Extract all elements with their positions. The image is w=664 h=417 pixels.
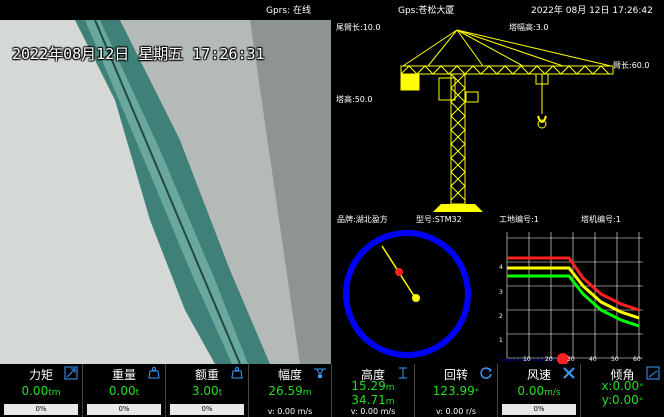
metric-weight-value: 0.00: [108, 384, 136, 398]
metric-moment: 力矩 0.00tm 0%: [0, 364, 83, 417]
metric-tilt-y: y:0.00: [601, 393, 639, 407]
y-tick-2: 2: [499, 313, 503, 320]
crane-diagram-panel: 尾臂长:10.0 塔幅高:3.0 臂长:60.0 塔高:50.0 品牌:湖北盈方…: [333, 20, 664, 226]
metric-moment-unit: tm: [48, 388, 61, 398]
metric-rated-weight-value: 3.00: [191, 384, 219, 398]
metric-amplitude: 幅度 26.59m v: 0.00 m/s: [249, 364, 332, 417]
metric-rated-weight: 额重 3.00t 0%: [166, 364, 249, 417]
tower-height-label: 塔高:50.0: [336, 95, 373, 104]
tilt-icon: [646, 366, 660, 380]
camera-timestamp: 2022年08月12日 星期五 17:26:31: [12, 45, 265, 63]
metric-wind-value: 0.00: [517, 384, 545, 398]
metric-height-value-2: 34.71: [351, 393, 386, 407]
x-tick-40: 40: [589, 356, 597, 363]
site-id-label: 工地编号:1: [499, 215, 539, 224]
model-label: 型号:STM32: [416, 215, 462, 224]
y-tick-4: 4: [499, 264, 503, 271]
center-marker: [412, 294, 420, 302]
metric-height-speed: v: 0.00 m/s: [350, 407, 396, 416]
metric-wind-unit: m/s: [544, 388, 561, 398]
metric-height: 高度 15.29m 34.71m v: 0.00 m/s: [332, 364, 415, 417]
camera-scene: [0, 20, 331, 364]
metric-rotation: 回转 123.99° v: 0.00 r/s: [415, 364, 498, 417]
crane-id-label: 塔机编号:1: [581, 215, 621, 224]
x-tick-20: 20: [545, 356, 553, 363]
height-icon: [399, 367, 407, 379]
rated-weight-icon: [231, 367, 243, 379]
metric-wind-percent: 0%: [502, 404, 576, 415]
y-tick-3: 3: [499, 289, 503, 296]
gps-location: Gps:苍松大厦: [398, 6, 455, 16]
metric-tilt-y-unit: °: [638, 397, 644, 407]
metric-rotation-value: 123.99: [432, 384, 475, 398]
metric-rotation-speed: v: 0.00 r/s: [435, 407, 477, 416]
metric-weight: 重量 0.00t 0%: [83, 364, 166, 417]
rotation-dial: [343, 230, 471, 358]
x-tick-60: 60: [633, 356, 641, 363]
amplitude-label: 塔幅高:3.0: [509, 23, 549, 32]
metric-moment-value: 0.00: [21, 384, 49, 398]
metric-amplitude-unit: m: [302, 388, 312, 398]
metric-rated-weight-percent: 0%: [170, 404, 244, 415]
metric-weight-percent: 0%: [87, 404, 161, 415]
metric-tilt-x-unit: °: [639, 383, 644, 393]
rotation-panel: [333, 228, 496, 364]
moment-icon: [64, 366, 78, 380]
status-datetime: 2022年 08月 12日 17:26:42: [531, 6, 653, 16]
load-curve-panel: 4 3 2 1 10 20 30 40 50 60: [497, 228, 664, 364]
metric-amplitude-value: 26.59: [268, 384, 303, 398]
metric-tilt-x: x:0.00: [601, 379, 640, 393]
trolley-icon: [314, 368, 326, 378]
metric-height-unit-2: m: [385, 397, 395, 407]
x-tick-50: 50: [611, 356, 619, 363]
camera-feed: 2022年08月12日 星期五 17:26:31: [0, 20, 331, 364]
metrics-bar: 力矩 0.00tm 0% 重量 0.00t 0% 额重 3.00t 0% 幅度 …: [0, 364, 664, 417]
metric-rotation-unit: °: [474, 388, 480, 398]
jib-length-label: 臂长:60.0: [613, 61, 650, 70]
x-tick-30: 30: [567, 356, 575, 363]
metric-height-unit: m: [385, 383, 395, 393]
metric-weight-unit: t: [135, 388, 140, 398]
brand-label: 品牌:湖北盈方: [337, 215, 388, 224]
rotate-icon: [480, 367, 492, 379]
metric-height-value: 15.29: [351, 379, 386, 393]
x-tick-10: 10: [523, 356, 531, 363]
load-curve-chart: [501, 232, 643, 364]
tail-length-label: 尾臂长:10.0: [336, 23, 381, 32]
wind-icon: [563, 367, 575, 379]
gprs-status: Gprs: 在线: [266, 6, 311, 16]
metric-rated-weight-unit: t: [218, 388, 223, 398]
metric-tilt: 倾角 x:0.00° y:0.00°: [581, 364, 664, 417]
y-tick-1: 1: [499, 337, 503, 344]
metric-amplitude-speed: v: 0.00 m/s: [267, 407, 313, 416]
trolley-marker: [395, 268, 403, 276]
status-bar: Gprs: 在线 Gps:苍松大厦 2022年 08月 12日 17:26:42: [0, 0, 664, 20]
tower-crane-icon: [400, 29, 614, 212]
metric-moment-percent: 0%: [4, 404, 78, 415]
metric-wind-speed: 风速 0.00m/s 0%: [498, 364, 581, 417]
weight-icon: [148, 367, 160, 379]
